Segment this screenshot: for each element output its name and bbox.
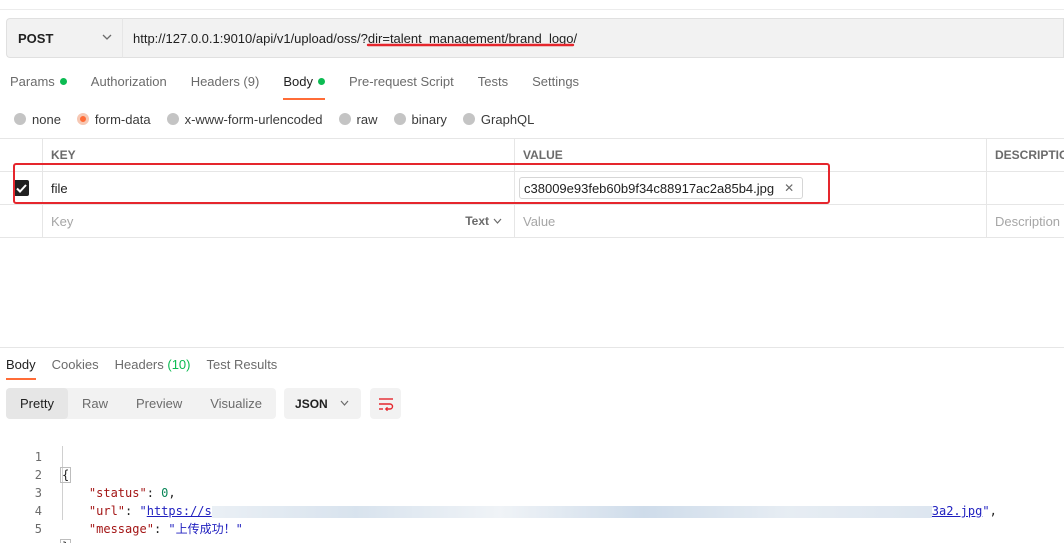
description-placeholder: Description [995,213,1061,229]
response-format-bar: Pretty Raw Preview Visualize JSON [6,388,402,419]
tab-response-headers[interactable]: Headers (10) [115,356,191,380]
tab-label: Body [283,74,313,89]
status-dot [59,78,67,85]
tab-tests[interactable]: Tests [478,70,508,100]
tab-cookies[interactable]: Cookies [52,356,99,380]
description-cell[interactable] [987,172,1064,204]
close-brace: } [60,539,72,543]
json-key: "message" [88,522,154,536]
tab-test-results[interactable]: Test Results [207,356,278,380]
radio-label: GraphQL [480,111,535,127]
response-body-code: 1 { 2 "status": 0, 3 "url": "https://s 3a… [0,430,1064,543]
tab-label: Headers (9) [190,74,260,89]
format-select[interactable]: JSON [284,388,362,419]
wrap-lines-icon [378,397,393,411]
radio-raw[interactable]: raw [338,111,378,127]
radio-circle [462,113,475,125]
radio-label: raw [356,111,378,127]
tab-body[interactable]: Body [283,70,325,100]
radio-form-data[interactable]: form-data [76,111,151,127]
code-line: 1 { [0,430,1064,483]
wrap-lines-button[interactable] [370,388,402,419]
tab-label: Headers [114,357,164,372]
type-select[interactable]: Text [465,214,502,228]
radio-label: none [32,111,61,127]
code-line: 5 } [0,502,1064,543]
value-input[interactable]: Value [515,205,987,237]
key-placeholder: Key [51,213,74,229]
radio-x-www-form-urlencoded[interactable]: x-www-form-urlencoded [166,111,323,127]
view-mode-segment: Pretty Raw Preview Visualize [6,388,277,419]
chevron-down-icon [340,400,349,406]
request-tabs: Params Authorization Headers (9) Body Pr… [10,70,603,100]
radio-label: binary [411,111,447,127]
table-row-new: Key Text Value Description [0,205,1064,238]
tab-headers[interactable]: Headers (9) [191,70,260,100]
tab-response-body[interactable]: Body [6,356,36,380]
radio-circle [166,113,179,125]
top-divider [0,9,1064,10]
response-divider [0,347,1064,348]
view-raw-button[interactable]: Raw [68,388,122,419]
tab-params[interactable]: Params [10,70,67,100]
radio-none[interactable]: none [14,112,61,127]
view-preview-button[interactable]: Preview [122,388,196,419]
view-pretty-button[interactable]: Pretty [6,388,68,419]
url-input[interactable]: http://127.0.0.1:9010/api/v1/upload/oss/… [122,18,1064,58]
key-input[interactable]: Key Text [43,205,515,237]
radio-label: x-www-form-urlencoded [184,111,323,127]
headers-count: (10) [167,357,191,372]
chevron-down-icon [493,218,502,224]
response-tabs: Body Cookies Headers (10) Test Results [6,356,293,380]
radio-binary[interactable]: binary [393,111,447,127]
type-label: Text [465,214,489,228]
description-input[interactable]: Description [987,205,1064,237]
tab-settings[interactable]: Settings [532,70,579,100]
radio-graphql[interactable]: GraphQL [462,111,535,127]
tab-label: Params [10,74,55,89]
radio-circle [14,113,26,125]
format-label: JSON [295,396,328,411]
tab-label: Pre-request Script [348,74,454,89]
request-url-bar: POST http://127.0.0.1:9010/api/v1/upload… [6,18,1064,58]
tab-label: Settings [532,74,580,89]
radio-label: form-data [94,111,151,127]
tab-pre-request-script[interactable]: Pre-request Script [349,70,454,100]
tab-label: Authorization [90,74,167,89]
tab-label: Tests [477,74,509,89]
method-select[interactable]: POST [6,18,122,58]
tab-label: Cookies [51,357,99,372]
row-check-cell [0,205,43,237]
radio-circle [393,113,406,125]
method-label: POST [18,30,54,46]
radio-circle-selected [76,113,89,125]
radio-circle [338,113,351,125]
value-placeholder: Value [523,213,556,229]
view-visualize-button[interactable]: Visualize [196,388,276,419]
code-line: 3 "url": "https://s 3a2.jpg", [0,466,1064,518]
body-type-radios: none form-data x-www-form-urlencoded raw… [14,110,550,128]
highlight-annotation [13,163,830,204]
status-dot [317,78,325,85]
tab-label: Body [6,357,36,372]
tab-label: Test Results [206,357,278,372]
json-value: "上传成功！" [168,522,243,536]
url-underline-annotation [366,43,575,47]
code-line: 4 "message": "上传成功！" [0,484,1064,536]
code-line: 2 "status": 0, [0,448,1064,500]
tab-authorization[interactable]: Authorization [91,70,167,100]
chevron-down-icon [102,34,112,40]
header-description: DESCRIPTIO [995,148,1064,162]
line-number: 5 [34,522,42,536]
